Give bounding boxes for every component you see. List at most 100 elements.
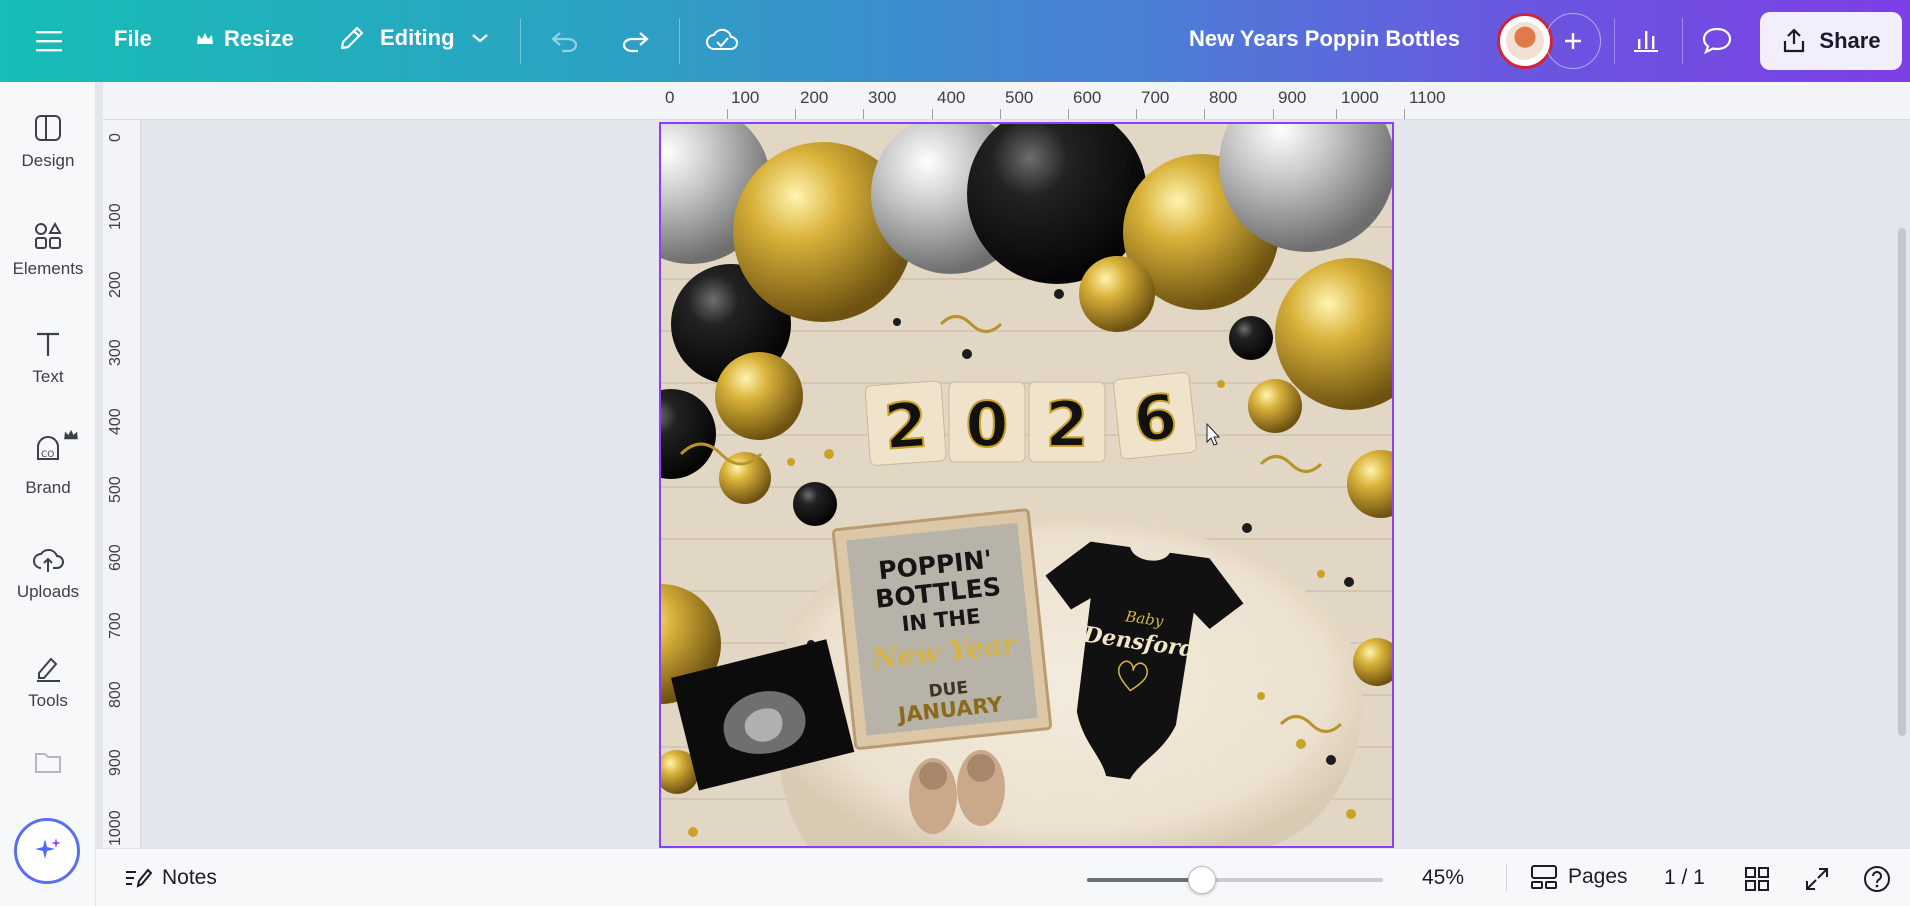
- year-digit: 2: [882, 388, 930, 464]
- ruler-tick: 0: [665, 88, 675, 107]
- undo-icon: [551, 32, 578, 53]
- top-bar: File Resize Editing New Years Poppin Bot…: [0, 0, 1910, 82]
- ruler-tick: 1100: [1409, 88, 1446, 107]
- menu-icon: [36, 31, 62, 52]
- sidebar-item-projects[interactable]: [0, 742, 96, 782]
- sidebar-label-tools: Tools: [28, 691, 68, 710]
- sidebar-item-text[interactable]: Text: [0, 312, 96, 404]
- year-blocks: 2 0 2 6: [864, 372, 1197, 466]
- zoom-percentage[interactable]: 45%: [1422, 866, 1464, 890]
- file-menu-button[interactable]: File: [114, 26, 152, 52]
- shapes-icon: [35, 221, 62, 249]
- main-menu-button[interactable]: [30, 22, 68, 60]
- sidebar-label-elements: Elements: [12, 259, 84, 278]
- vertical-scrollbar[interactable]: [1898, 228, 1906, 736]
- ruler-mark: [863, 109, 864, 119]
- text-icon: [37, 332, 59, 356]
- sidebar-item-tools[interactable]: Tools: [0, 636, 96, 728]
- ruler-mark: [1404, 109, 1405, 119]
- ruler-mark: [727, 109, 728, 119]
- help-button[interactable]: [1860, 862, 1894, 896]
- brand-icon: CO: [37, 435, 59, 460]
- fullscreen-button[interactable]: [1800, 864, 1834, 894]
- ruler-tick: 600: [107, 544, 124, 571]
- share-label: Share: [1819, 28, 1881, 53]
- black-ornament: [793, 482, 837, 526]
- toolbar-divider: [679, 18, 680, 64]
- ruler-mark: [1273, 109, 1274, 119]
- crown-icon: [197, 33, 213, 44]
- pencil-icon: [340, 26, 364, 50]
- ruler-tick: 800: [107, 681, 124, 708]
- bar-chart-icon: [1634, 31, 1658, 52]
- save-status-button[interactable]: [702, 20, 742, 60]
- file-label: File: [114, 26, 152, 51]
- ruler-mark: [1136, 109, 1137, 119]
- tools-icon: [37, 657, 60, 682]
- black-balloon: [661, 389, 716, 479]
- page-counter-label: 1 / 1: [1664, 866, 1705, 889]
- ruler-tick: 0: [107, 133, 124, 142]
- zoom-slider-fill: [1087, 878, 1203, 882]
- year-digit: 2: [1045, 388, 1088, 461]
- ruler-tick: 1000: [107, 810, 124, 846]
- page-counter[interactable]: 1 / 1: [1664, 866, 1705, 890]
- ruler-tick: 900: [1278, 88, 1307, 107]
- ruler-tick: 800: [1209, 88, 1238, 107]
- share-button[interactable]: Share: [1760, 12, 1902, 70]
- sidebar-item-uploads[interactable]: Uploads: [0, 528, 96, 620]
- zoom-slider-track[interactable]: [1087, 878, 1383, 882]
- bottombar-divider: [1506, 864, 1507, 892]
- redo-icon: [622, 32, 649, 53]
- chevron-down-icon: [471, 34, 488, 43]
- toolbar-divider: [1682, 18, 1683, 64]
- notes-button[interactable]: Notes: [124, 866, 217, 890]
- magic-assistant-button[interactable]: [14, 818, 80, 884]
- folder-icon: [35, 753, 61, 773]
- grid-icon: [1745, 867, 1769, 891]
- ruler-tick: 300: [107, 339, 124, 366]
- resize-label: Resize: [224, 26, 294, 51]
- black-ornament: [1229, 316, 1273, 360]
- ruler-mark: [1204, 109, 1205, 119]
- ruler-mark: [1068, 109, 1069, 119]
- expand-icon: [1806, 868, 1828, 890]
- zoom-slider-thumb[interactable]: [1188, 866, 1217, 894]
- insights-button[interactable]: [1626, 20, 1666, 60]
- ruler-tick: 700: [1141, 88, 1170, 107]
- left-sidebar: Design Elements Text CO Brand Uploads To…: [0, 82, 96, 906]
- ruler-tick: 100: [107, 203, 124, 230]
- ruler-mark: [1000, 109, 1001, 119]
- gold-ornament: [715, 352, 803, 440]
- comments-button[interactable]: [1697, 20, 1737, 60]
- svg-text:CO: CO: [41, 450, 54, 460]
- sidebar-item-elements[interactable]: Elements: [0, 204, 96, 296]
- ruler-mark: [795, 109, 796, 119]
- ruler-tick: 1000: [1341, 88, 1379, 107]
- design-artwork: 2 0 2 6 POPPIN' BOTTLES IN THE New Year: [661, 124, 1392, 846]
- invite-collaborator-button[interactable]: [1545, 13, 1601, 69]
- ruler-tick: 500: [1005, 88, 1034, 107]
- ruler-tick: 400: [107, 408, 124, 435]
- toolbar-divider: [1614, 18, 1615, 64]
- undo-button[interactable]: [546, 22, 584, 60]
- ruler-tick: 700: [107, 612, 124, 639]
- pages-button[interactable]: Pages: [1530, 864, 1628, 890]
- bottom-bar: [96, 848, 1910, 906]
- gold-ornament: [1347, 450, 1392, 518]
- resize-button[interactable]: Resize: [196, 26, 294, 52]
- design-canvas[interactable]: 2 0 2 6 POPPIN' BOTTLES IN THE New Year: [659, 122, 1394, 848]
- sidebar-item-design[interactable]: Design: [0, 96, 96, 188]
- editing-mode-dropdown[interactable]: Editing: [338, 24, 489, 52]
- design-title[interactable]: New Years Poppin Bottles: [1130, 26, 1460, 52]
- ruler-tick: 200: [800, 88, 829, 107]
- notes-icon: [126, 868, 152, 888]
- grid-view-button[interactable]: [1740, 864, 1774, 894]
- sparkle-icon: [35, 838, 61, 859]
- redo-button[interactable]: [616, 22, 654, 60]
- zoom-label: 45%: [1422, 866, 1465, 889]
- ruler-tick: 900: [107, 749, 124, 776]
- sidebar-item-brand[interactable]: CO Brand: [0, 420, 96, 512]
- ruler-tick: 500: [107, 476, 124, 503]
- notes-label: Notes: [162, 866, 217, 889]
